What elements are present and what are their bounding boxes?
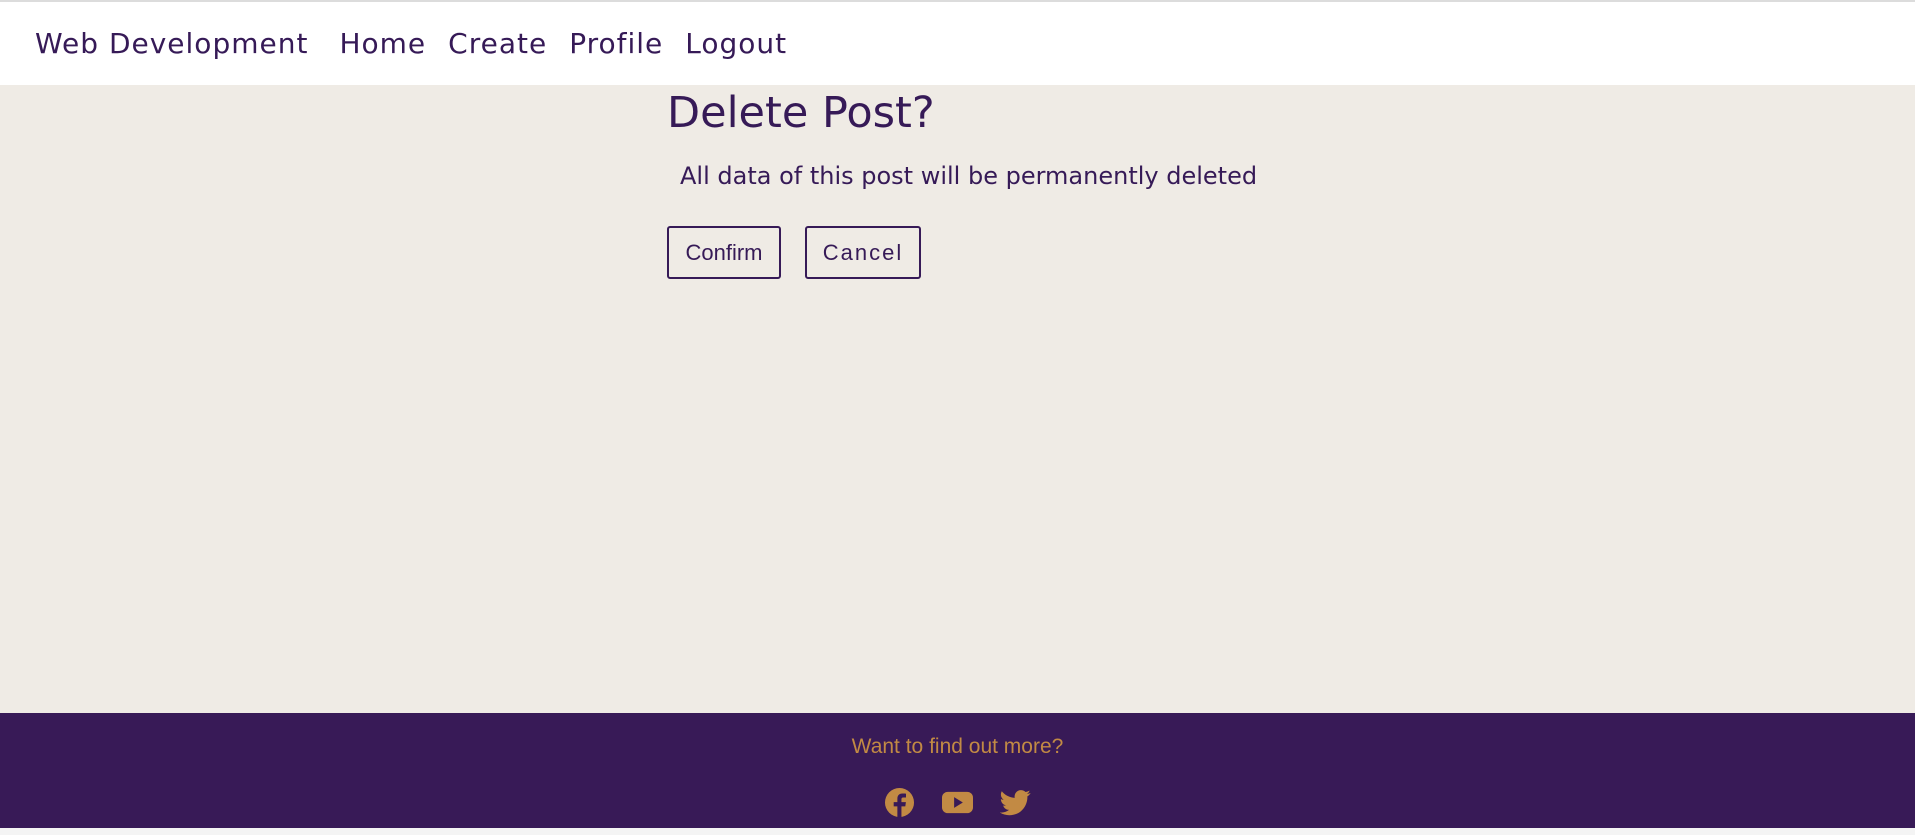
navbar: Web Development Home Create Profile Logo… [0,2,1915,85]
footer: Want to find out more? [0,713,1915,828]
nav-link-create[interactable]: Create [448,27,547,60]
bottom-border [0,828,1915,835]
nav-link-home[interactable]: Home [339,27,426,60]
social-links [0,787,1915,818]
delete-warning-text: All data of this post will be permanentl… [680,162,1258,190]
page-title: Delete Post? [667,88,935,138]
youtube-icon [942,791,973,814]
confirm-button[interactable]: Confirm [667,226,781,279]
nav-link-profile[interactable]: Profile [569,27,663,60]
cancel-button[interactable]: Cancel [805,226,921,279]
twitter-icon [1000,790,1031,816]
brand-link[interactable]: Web Development [35,27,308,60]
facebook-link[interactable] [884,787,915,818]
twitter-link[interactable] [1000,787,1031,818]
nav-link-logout[interactable]: Logout [685,27,787,60]
youtube-link[interactable] [942,787,973,818]
facebook-icon [884,787,915,818]
footer-text: Want to find out more? [851,735,1064,758]
